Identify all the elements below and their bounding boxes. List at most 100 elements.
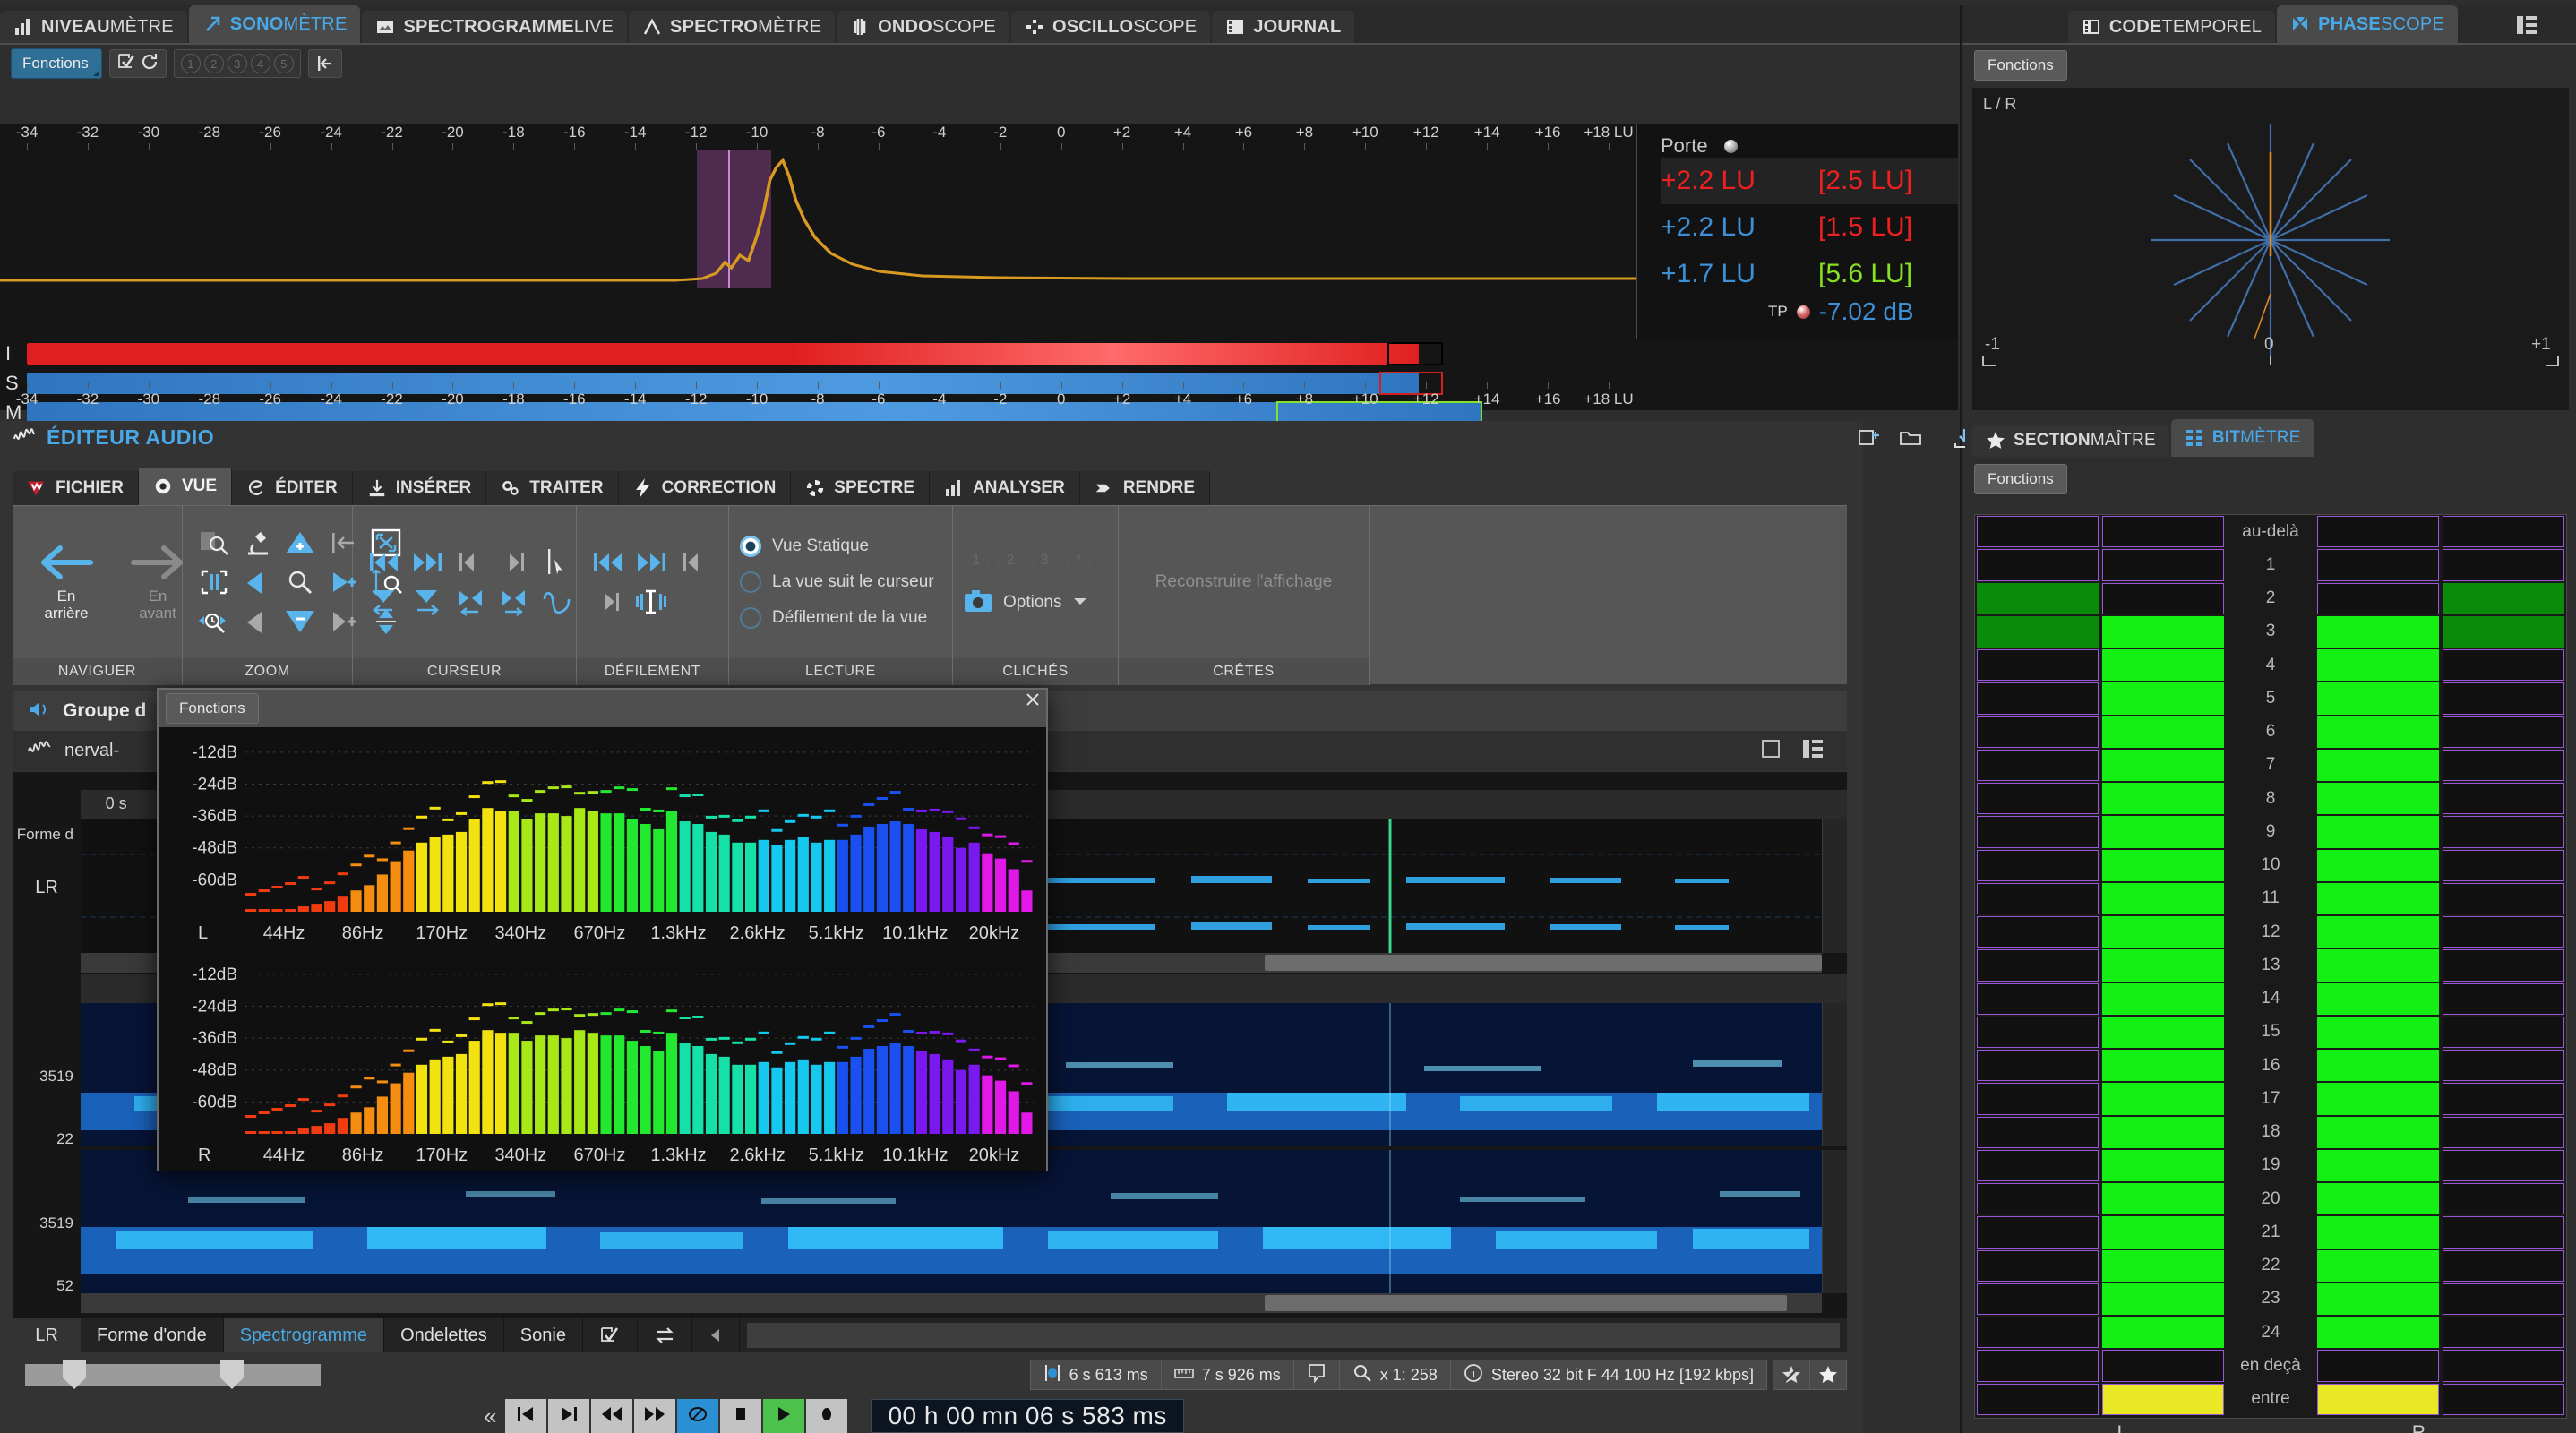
- view-swap-icon[interactable]: [638, 1318, 692, 1352]
- top-tab-journal[interactable]: JOURNAL: [1212, 11, 1354, 43]
- zoom-range-handle-left[interactable]: [63, 1360, 86, 1389]
- cursor-to-end-icon[interactable]: [407, 545, 448, 580]
- new-file-icon[interactable]: [1856, 425, 1883, 450]
- transport-record-button[interactable]: [806, 1399, 847, 1433]
- transport-skip-end-button[interactable]: [548, 1399, 589, 1433]
- selection-cell[interactable]: 6 s 613 ms: [1031, 1360, 1162, 1390]
- transport-rewind-button[interactable]: [591, 1399, 632, 1433]
- top-tab-ondo[interactable]: ONDOSCOPE: [837, 11, 1009, 43]
- zoom-range-handle-right[interactable]: [220, 1360, 244, 1389]
- selection-right-icon[interactable]: [493, 584, 534, 620]
- zoom-in-vertical-icon[interactable]: [279, 525, 321, 561]
- ribbon-tab-fichier[interactable]: FICHIER: [13, 471, 139, 505]
- marker-cell[interactable]: [1294, 1360, 1340, 1390]
- zoom-range-slider[interactable]: [25, 1364, 321, 1386]
- cursor-right-marker-icon[interactable]: [407, 584, 448, 620]
- top-tab-code[interactable]: CODETEMPOREL: [2068, 11, 2275, 43]
- phasescope-functions-button[interactable]: Fonctions: [1974, 50, 2067, 81]
- zoom-out-vertical-icon[interactable]: [279, 604, 321, 639]
- cursor-edit-icon[interactable]: [536, 545, 577, 580]
- collapse-left-button[interactable]: [308, 49, 342, 78]
- view-scrollbar[interactable]: [747, 1323, 1840, 1348]
- ribbon-tab-éditer[interactable]: ÉDITER: [232, 471, 353, 505]
- rewind-begin-icon[interactable]: «: [484, 1403, 496, 1430]
- transport-loop-button[interactable]: [677, 1399, 718, 1433]
- functions-button[interactable]: Fonctions: [11, 48, 102, 79]
- spectrum-titlebar[interactable]: Fonctions: [159, 690, 1046, 727]
- zoom-cell[interactable]: x 1: 258: [1340, 1360, 1451, 1390]
- playback-radio-1[interactable]: La vue suit le curseur: [740, 564, 934, 600]
- cursor-next-icon[interactable]: [493, 545, 534, 580]
- cursor-to-start-icon[interactable]: [364, 545, 405, 580]
- spectrum-analyser-window[interactable]: Fonctions -12dB-24dB-36dB-48dB-60dBL44Hz…: [157, 688, 1048, 1171]
- star-on-icon[interactable]: [1810, 1360, 1846, 1390]
- cursor-prev-icon[interactable]: [450, 545, 491, 580]
- zoom-time-icon[interactable]: [193, 604, 235, 639]
- top-tab-oscillo[interactable]: OSCILLOSCOPE: [1011, 11, 1210, 43]
- star-off-icon[interactable]: [1773, 1360, 1810, 1390]
- scroll-end-icon[interactable]: [631, 545, 672, 580]
- ribbon-tab-rendre[interactable]: RENDRE: [1080, 471, 1210, 505]
- view-tab-sonie[interactable]: Sonie: [504, 1318, 583, 1352]
- microscope-icon[interactable]: [236, 525, 278, 561]
- snapshot-options-button[interactable]: Options: [964, 589, 1107, 617]
- preset-1[interactable]: 1: [181, 54, 201, 73]
- preset-5[interactable]: 5: [274, 54, 294, 73]
- view-tab-ondelettes[interactable]: Ondelettes: [384, 1318, 504, 1352]
- scroll-start-icon[interactable]: [588, 545, 629, 580]
- playback-radio-0[interactable]: Vue Statique: [740, 528, 934, 564]
- nav-button-arrière[interactable]: Enarrière: [23, 543, 109, 622]
- top-tab-niveau[interactable]: NIVEAUMÈTRE: [0, 11, 187, 43]
- transport-forward-button[interactable]: [634, 1399, 675, 1433]
- bitmeter-functions-button[interactable]: Fonctions: [1974, 464, 2067, 494]
- view-tab-formedonde[interactable]: Forme d'onde: [81, 1318, 224, 1352]
- transport-play-button[interactable]: [763, 1399, 804, 1433]
- view-tab-spectrogramme[interactable]: Spectrogramme: [224, 1318, 384, 1352]
- open-folder-icon[interactable]: [1897, 425, 1924, 450]
- zoom-selection-bounds-icon[interactable]: [193, 564, 235, 600]
- snapshot-3[interactable]: 3: [1032, 548, 1057, 573]
- top-tab-sono[interactable]: SONOMÈTRE: [189, 5, 361, 43]
- spectrum-functions-button[interactable]: Fonctions: [166, 693, 259, 724]
- ribbon-tab-insérer[interactable]: INSÉRER: [353, 471, 486, 505]
- ribbon-tab-traiter[interactable]: TRAITER: [486, 471, 618, 505]
- file-checkbox-icon[interactable]: [1761, 739, 1782, 763]
- layout-icon[interactable]: [2513, 13, 2540, 38]
- top-tab-spectrogramme[interactable]: SPECTROGRAMMELIVE: [362, 11, 627, 43]
- selection-left-icon[interactable]: [450, 584, 491, 620]
- preset-3[interactable]: 3: [228, 54, 247, 73]
- checkbox-icon[interactable]: [116, 52, 136, 76]
- snapshot-2[interactable]: 2: [998, 548, 1023, 573]
- vertical-scrollbar-top[interactable]: [1822, 819, 1847, 953]
- zero-cross-icon[interactable]: [536, 584, 577, 620]
- magnifier-icon[interactable]: [279, 564, 321, 600]
- view-scroll-left-arrow-icon[interactable]: [692, 1318, 740, 1352]
- bitmeter-tab-section[interactable]: SECTIONMAÎTRE: [1972, 425, 2169, 457]
- nudge-left-icon[interactable]: [236, 604, 278, 639]
- ribbon-tab-analyser[interactable]: ANALYSER: [930, 471, 1080, 505]
- top-tab-phase[interactable]: PHASESCOPE: [2277, 5, 2458, 43]
- horizontal-scrollbar-bottom[interactable]: [81, 1293, 1822, 1313]
- scroll-selection-icon[interactable]: [631, 584, 672, 620]
- transport-skip-start-button[interactable]: [505, 1399, 546, 1433]
- view-checkbox-icon[interactable]: [583, 1318, 638, 1352]
- vertical-scrollbar-mid[interactable]: [1822, 1003, 1847, 1146]
- top-tab-spectro[interactable]: SPECTROMÈTRE: [629, 11, 835, 43]
- panel-splitter[interactable]: [1960, 5, 1962, 1433]
- length-cell[interactable]: 7 s 926 ms: [1162, 1360, 1294, 1390]
- scroll-prev-icon[interactable]: [674, 545, 715, 580]
- preset-2[interactable]: 2: [204, 54, 224, 73]
- rebuild-display-button[interactable]: Reconstruire l'affichage: [1129, 572, 1358, 592]
- reset-icon[interactable]: [140, 52, 159, 76]
- ribbon-tab-correction[interactable]: CORRECTION: [619, 471, 792, 505]
- zoom-selection-icon[interactable]: [193, 525, 235, 561]
- preset-4[interactable]: 4: [251, 54, 270, 73]
- snapshot-*[interactable]: *: [1066, 548, 1091, 573]
- bitmeter-tab-bit[interactable]: BITMÈTRE: [2171, 419, 2314, 457]
- ribbon-tab-spectre[interactable]: SPECTRE: [791, 471, 930, 505]
- close-icon[interactable]: [1025, 691, 1041, 713]
- snapshot-1[interactable]: 1: [964, 548, 989, 573]
- format-cell[interactable]: Stereo 32 bit F 44 100 Hz [192 kbps]: [1451, 1360, 1766, 1390]
- vertical-scrollbar-bottom[interactable]: [1822, 1150, 1847, 1293]
- file-layout-icon[interactable]: [1802, 739, 1824, 763]
